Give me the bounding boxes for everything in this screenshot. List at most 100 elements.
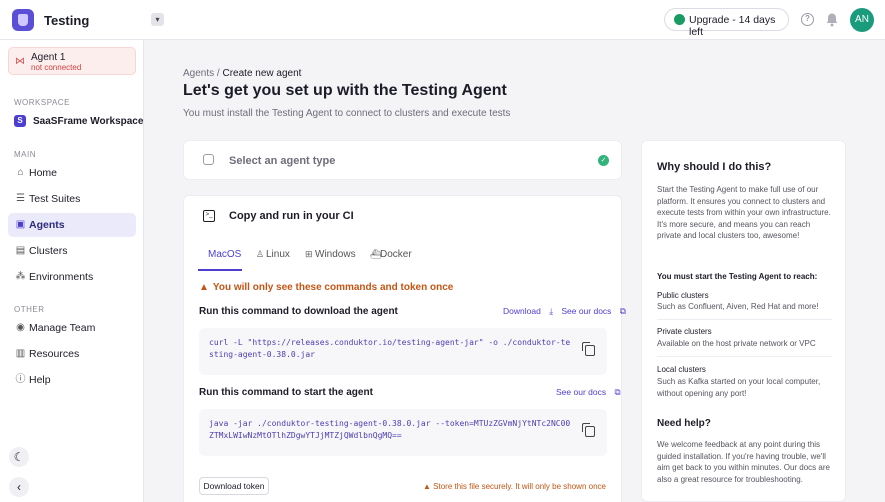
download-command-box: curl -L "https://releases.conduktor.io/t…: [199, 328, 607, 375]
breadcrumb: Agents / Create new agent: [183, 68, 301, 79]
help-icon[interactable]: ?: [801, 13, 814, 26]
download-command[interactable]: curl -L "https://releases.conduktor.io/t…: [209, 337, 574, 361]
avatar[interactable]: AN: [850, 8, 874, 32]
section-workspace: WORKSPACE: [14, 98, 70, 107]
external-link-icon[interactable]: ⧉: [620, 306, 626, 316]
sidebar-item-agents[interactable]: ▣ Agents: [8, 213, 136, 237]
collapse-sidebar-icon[interactable]: ‹: [9, 477, 29, 497]
docs-link[interactable]: See our docs: [561, 306, 611, 316]
linux-icon: ♙: [256, 249, 265, 259]
home-icon: ⌂: [17, 167, 24, 178]
tab-docker[interactable]: ⛴Docker: [370, 249, 412, 271]
sidebar-item-label: Help: [29, 374, 51, 386]
upgrade-button[interactable]: Upgrade - 14 days left: [664, 8, 789, 38]
step-title: Copy and run in your CI: [229, 210, 354, 222]
tab-linux[interactable]: ♙ Linux: [256, 249, 290, 271]
agent-name: Agent 1: [31, 52, 66, 63]
tab-macos[interactable]: MacOS: [198, 249, 242, 271]
sidebar-item-resources[interactable]: ▥ Resources: [8, 342, 136, 366]
warning-icon: ▲: [423, 482, 434, 491]
book-icon: ▥: [15, 348, 26, 359]
sidebar-item-label: Test Suites: [29, 193, 81, 205]
dark-mode-toggle-icon[interactable]: ☾: [9, 447, 29, 467]
step-label: Select an agent type: [229, 155, 336, 167]
sidebar-item-label: Resources: [29, 348, 80, 360]
warning-message: ▲ You will only see these commands and to…: [199, 282, 453, 293]
download-link[interactable]: Download: [503, 306, 541, 316]
why-title: Why should I do this?: [657, 161, 772, 173]
reach-item-desc: Available on the host private network or…: [657, 339, 816, 348]
warning-text: You will only see these commands and tok…: [212, 282, 454, 293]
section-main: MAIN: [14, 150, 36, 159]
help-text: We welcome feedback at any point during …: [657, 440, 830, 484]
sidebar-item-label: Agents: [29, 219, 65, 231]
copy-icon[interactable]: [582, 342, 595, 356]
environment-icon: ⁂: [15, 271, 26, 282]
agent-type-icon: [203, 154, 214, 165]
tab-label: Linux: [266, 249, 290, 260]
tab-label: Docker: [380, 249, 412, 260]
docker-icon: ⛴: [370, 249, 382, 259]
upgrade-label: Upgrade - 14 days left: [689, 14, 776, 38]
sidebar-item-help[interactable]: ⓘ Help: [8, 368, 136, 392]
reach-item-title: Public clusters: [657, 291, 709, 300]
sidebar-item-label: Clusters: [29, 245, 68, 257]
divider: [657, 356, 832, 357]
store-warning-text: Store this file securely. It will only b…: [433, 482, 606, 491]
start-command-box: java -jar ./conduktor-testing-agent-0.38…: [199, 409, 607, 456]
check-circle-icon: ✓: [598, 155, 609, 166]
docs-link[interactable]: See our docs: [556, 387, 606, 397]
terminal-icon: >_: [203, 210, 215, 222]
cluster-icon: ▤: [15, 245, 26, 256]
reach-item-title: Private clusters: [657, 327, 712, 336]
help-title: Need help?: [657, 418, 711, 429]
agent-status-card[interactable]: ⋈ Agent 1 not connected: [8, 47, 136, 75]
section-other: OTHER: [14, 305, 45, 314]
workspace-name: SaaSFrame Workspace: [33, 116, 144, 127]
reach-title: You must start the Testing Agent to reac…: [657, 272, 818, 281]
copy-run-step: >_ Copy and run in your CI MacOS ♙ Linux …: [183, 195, 626, 502]
sidebar-item-label: Manage Team: [29, 322, 96, 334]
select-agent-type-step[interactable]: Select an agent type ✓: [183, 140, 622, 180]
team-icon: ◉: [16, 322, 25, 333]
warning-icon: ▲: [199, 282, 209, 293]
breadcrumb-current: Create new agent: [222, 68, 302, 79]
list-icon: ☰: [16, 193, 25, 204]
sidebar-item-test-suites[interactable]: ☰ Test Suites: [8, 187, 136, 211]
tab-label: MacOS: [208, 249, 242, 260]
chevron-down-icon[interactable]: ▾: [151, 13, 164, 26]
start-links: See our docs ⧉: [550, 387, 621, 398]
tab-windows[interactable]: ⊞ Windows: [305, 249, 356, 271]
sidebar-item-manage-team[interactable]: ◉ Manage Team: [8, 316, 136, 340]
tab-label: Windows: [315, 249, 356, 260]
workspace-badge: S: [14, 115, 26, 127]
app-title: Testing: [44, 13, 90, 28]
bell-icon[interactable]: [825, 12, 839, 27]
start-command-title: Run this command to start the agent: [199, 387, 373, 398]
windows-icon: ⊞: [305, 249, 313, 259]
disconnected-icon: ⋈: [15, 56, 25, 67]
sidebar-item-label: Home: [29, 167, 58, 179]
download-command-title: Run this command to download the agent: [199, 306, 398, 317]
why-intro: Start the Testing Agent to make full use…: [657, 185, 831, 240]
sidebar-item-environments[interactable]: ⁂ Environments: [8, 265, 136, 289]
store-warning: ▲ Store this file securely. It will only…: [423, 482, 606, 491]
breadcrumb-agents[interactable]: Agents: [183, 68, 214, 79]
download-icon[interactable]: ⤓: [549, 306, 553, 316]
external-link-icon[interactable]: ⧉: [614, 387, 620, 397]
start-command[interactable]: java -jar ./conduktor-testing-agent-0.38…: [209, 418, 574, 442]
page-title: Let's get you set up with the Testing Ag…: [183, 82, 507, 99]
status-dot-icon: [674, 14, 685, 25]
agent-status: not connected: [31, 63, 82, 72]
info-icon: ⓘ: [15, 374, 26, 385]
app-logo-icon[interactable]: [12, 9, 34, 31]
sidebar-item-clusters[interactable]: ▤ Clusters: [8, 239, 136, 263]
reach-item-title: Local clusters: [657, 365, 706, 374]
sidebar-item-home[interactable]: ⌂ Home: [8, 161, 136, 185]
download-token-button[interactable]: Download token: [199, 477, 269, 495]
copy-icon[interactable]: [582, 423, 595, 437]
download-links: Download ⤓ See our docs ⧉: [497, 306, 626, 317]
sidebar: ⋈ Agent 1 not connected WORKSPACE S SaaS…: [0, 40, 144, 502]
page-subtitle: You must install the Testing Agent to co…: [183, 108, 511, 119]
divider: [657, 319, 832, 320]
